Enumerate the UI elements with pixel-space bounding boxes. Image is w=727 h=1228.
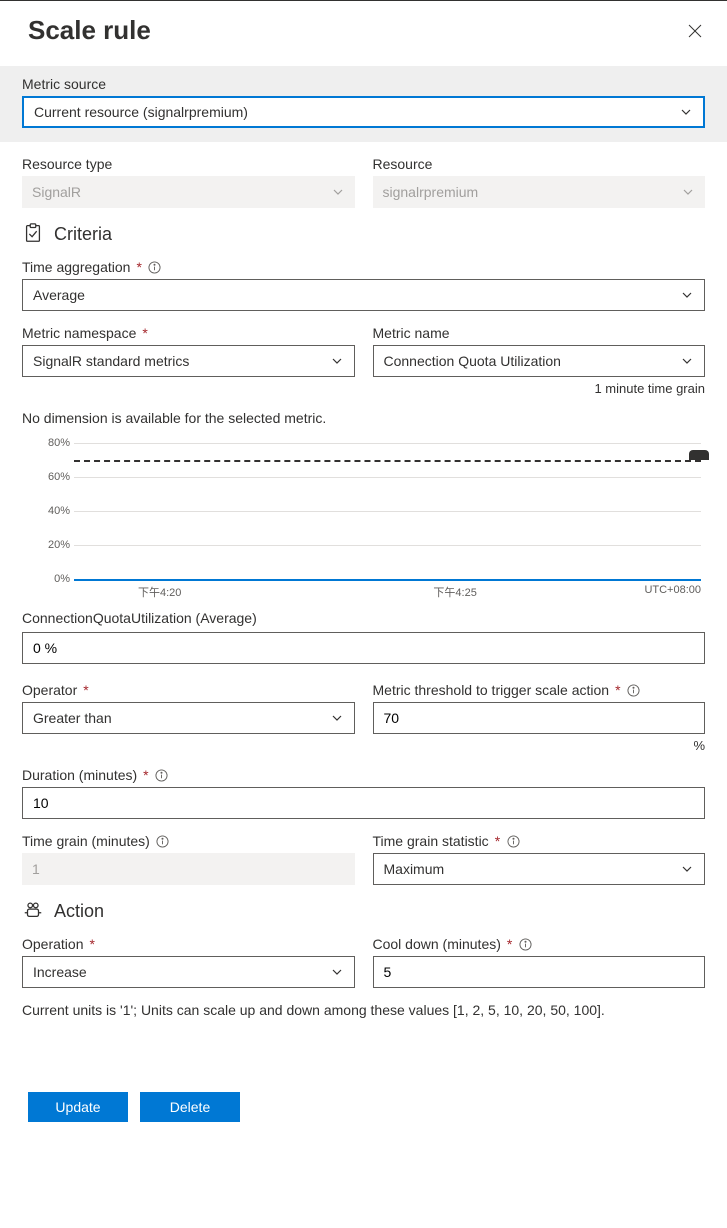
chevron-down-icon xyxy=(680,288,694,302)
metric-name-select[interactable]: Connection Quota Utilization xyxy=(373,345,706,377)
metric-name-label: Metric name xyxy=(373,325,706,341)
criteria-icon xyxy=(22,222,44,247)
series-line xyxy=(74,579,701,581)
time-aggregation-value: Average xyxy=(33,287,85,303)
time-grain-stat-select[interactable]: Maximum xyxy=(373,853,706,885)
time-grain-label: Time grain (minutes) xyxy=(22,833,150,849)
metric-chart: 80% 60% 40% 20% 0% 下午4:20 下午4:25 UTC+08:… xyxy=(46,434,705,600)
chevron-down-icon xyxy=(330,354,344,368)
chevron-down-icon xyxy=(680,862,694,876)
resource-type-value: SignalR xyxy=(32,184,81,200)
ytick: 40% xyxy=(40,505,70,517)
ytick: 60% xyxy=(40,471,70,483)
time-grain-stat-value: Maximum xyxy=(384,861,445,877)
duration-input[interactable] xyxy=(22,787,705,819)
cool-down-input[interactable] xyxy=(373,956,706,988)
operation-label: Operation xyxy=(22,936,83,952)
metric-source-label: Metric source xyxy=(22,76,705,92)
chart-caption: ConnectionQuotaUtilization (Average) xyxy=(22,610,705,626)
ytick: 20% xyxy=(40,539,70,551)
update-button[interactable]: Update xyxy=(28,1092,128,1122)
time-aggregation-label: Time aggregation xyxy=(22,259,130,275)
resource-label: Resource xyxy=(373,156,706,172)
metric-namespace-label: Metric namespace xyxy=(22,325,136,341)
panel-title: Scale rule xyxy=(28,15,151,46)
info-icon[interactable] xyxy=(506,834,520,848)
operation-select[interactable]: Increase xyxy=(22,956,355,988)
resource-type-label: Resource type xyxy=(22,156,355,172)
threshold-input[interactable] xyxy=(373,702,706,734)
time-aggregation-select[interactable]: Average xyxy=(22,279,705,311)
operation-value: Increase xyxy=(33,964,87,980)
delete-button[interactable]: Delete xyxy=(140,1092,240,1122)
time-grain-input: 1 xyxy=(22,853,355,885)
action-heading: Action xyxy=(54,901,104,922)
metric-name-value: Connection Quota Utilization xyxy=(384,353,561,369)
ytick: 80% xyxy=(40,437,70,449)
resource-value: signalrpremium xyxy=(383,184,479,200)
action-icon xyxy=(22,899,44,924)
operator-label: Operator xyxy=(22,682,77,698)
info-icon[interactable] xyxy=(518,937,532,951)
info-icon[interactable] xyxy=(627,683,641,697)
info-icon[interactable] xyxy=(148,260,162,274)
operator-value: Greater than xyxy=(33,710,112,726)
info-icon[interactable] xyxy=(156,834,170,848)
no-dimension-note: No dimension is available for the select… xyxy=(22,410,705,426)
metric-namespace-value: SignalR standard metrics xyxy=(33,353,189,369)
resource-select: signalrpremium xyxy=(373,176,706,208)
xtick: 下午4:20 xyxy=(138,584,181,600)
chevron-down-icon xyxy=(331,185,345,199)
xtick: 下午4:25 xyxy=(433,584,476,600)
chevron-down-icon xyxy=(681,185,695,199)
info-icon[interactable] xyxy=(155,768,169,782)
threshold-line xyxy=(74,460,701,462)
threshold-unit: % xyxy=(373,738,706,753)
chevron-down-icon xyxy=(680,354,694,368)
threshold-marker xyxy=(689,450,709,460)
threshold-label: Metric threshold to trigger scale action xyxy=(373,682,610,698)
ytick: 0% xyxy=(40,573,70,585)
metric-namespace-select[interactable]: SignalR standard metrics xyxy=(22,345,355,377)
cool-down-label: Cool down (minutes) xyxy=(373,936,501,952)
metric-source-value: Current resource (signalrpremium) xyxy=(34,104,248,120)
duration-label: Duration (minutes) xyxy=(22,767,137,783)
chevron-down-icon xyxy=(330,711,344,725)
timezone-label: UTC+08:00 xyxy=(644,584,701,600)
criteria-heading: Criteria xyxy=(54,224,112,245)
units-note: Current units is '1'; Units can scale up… xyxy=(22,1002,705,1018)
close-icon[interactable] xyxy=(685,21,705,41)
time-grain-stat-label: Time grain statistic xyxy=(373,833,489,849)
chevron-down-icon xyxy=(330,965,344,979)
chevron-down-icon xyxy=(679,105,693,119)
metric-source-select[interactable]: Current resource (signalrpremium) xyxy=(22,96,705,128)
chart-value-input[interactable] xyxy=(22,632,705,664)
time-grain-note: 1 minute time grain xyxy=(373,381,706,396)
resource-type-select: SignalR xyxy=(22,176,355,208)
operator-select[interactable]: Greater than xyxy=(22,702,355,734)
